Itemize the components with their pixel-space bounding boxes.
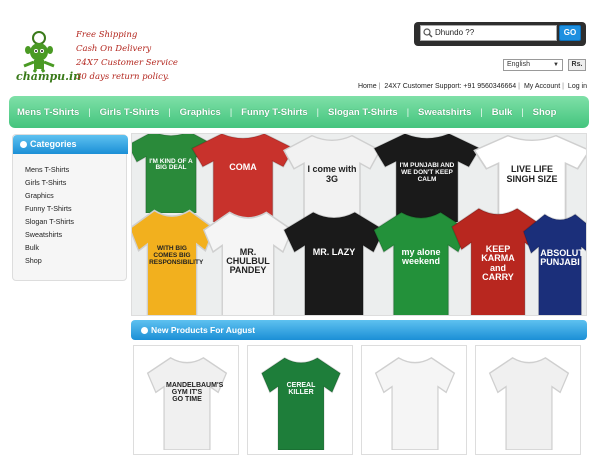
product-card[interactable]: CEREAL KILLER — [247, 345, 353, 455]
promo-list: Free Shipping Cash On Delivery 24X7 Cust… — [76, 28, 178, 84]
banner-tshirt-text: KEEP KARMA and CARRY — [481, 244, 515, 283]
nav-item-graphics[interactable]: Graphics — [180, 107, 221, 118]
product-tshirt: MANDELBAUM'S GYM IT'S GO TIME — [146, 354, 228, 450]
my-account-link[interactable]: My Account — [524, 83, 560, 90]
product-card[interactable] — [475, 345, 581, 455]
banner-tshirt: MR. CHULBUL PANDEY — [202, 208, 294, 315]
product-tshirt — [488, 354, 570, 450]
top-links: Home | 24X7 Customer Support: +91 9560346… — [357, 83, 587, 90]
nav-item-funny-tshirts[interactable]: Funny T-Shirts — [241, 107, 308, 118]
search-bar: Dhundo ?? GO — [414, 22, 586, 46]
search-go-button[interactable]: GO — [559, 25, 581, 41]
banner-tshirt-text: I come with 3G — [307, 164, 357, 184]
promo-line: 30 days return policy. — [76, 72, 170, 82]
banner-tshirt-text: ABSOLUT PUNJABI — [540, 247, 584, 268]
product-card[interactable]: MANDELBAUM'S GYM IT'S GO TIME — [133, 345, 239, 455]
new-products-header: New Products For August — [131, 320, 587, 340]
nav-item-bulk[interactable]: Bulk — [492, 107, 513, 118]
nav-item-sweatshirts[interactable]: Sweatshirts — [418, 107, 471, 118]
chevron-down-icon: ▼ — [553, 62, 559, 68]
banner-tshirt: MR. LAZY — [282, 208, 386, 315]
main-nav: Mens T-Shirts | Girls T-Shirts | Graphics |… — [9, 96, 589, 128]
sidebar-item-sweatshirts[interactable]: Sweatshirts — [25, 228, 74, 241]
currency-button[interactable]: Rs. — [568, 59, 586, 71]
banner-tshirt-text: MR. LAZY — [312, 246, 356, 257]
banner-tshirt-text: COMA — [229, 162, 257, 173]
banner-tshirt-text: I'M PUNJABI AND WE DON'T KEEP CALM — [399, 162, 455, 183]
categories-sidebar: Categories Mens T-Shirts Girls T-Shirts … — [12, 134, 128, 281]
sidebar-item-slogan-tshirts[interactable]: Slogan T-Shirts — [25, 215, 74, 228]
banner-tshirt-text: WITH BIG COMES BIG RESPONSIBILITY — [149, 245, 204, 266]
login-link[interactable]: Log in — [568, 83, 587, 90]
product-card[interactable] — [361, 345, 467, 455]
banner-tshirt-text: MR. CHULBUL PANDEY — [226, 246, 270, 276]
home-link[interactable]: Home — [358, 83, 377, 90]
promo-line: Cash On Delivery — [76, 44, 152, 54]
sidebar-item-bulk[interactable]: Bulk — [25, 241, 74, 254]
hero-banner[interactable]: I'M KIND OF A BIG DEAL COMA I come with … — [131, 133, 587, 316]
banner-tshirt-text: I'M KIND OF A BIG DEAL — [149, 157, 193, 172]
nav-item-girls-tshirts[interactable]: Girls T-Shirts — [100, 107, 160, 118]
sidebar-item-girls-tshirts[interactable]: Girls T-Shirts — [25, 176, 74, 189]
product-tshirt-text: MANDELBAUM'S GYM IT'S GO TIME — [166, 382, 224, 403]
sidebar-item-mens-tshirts[interactable]: Mens T-Shirts — [25, 163, 74, 176]
banner-tshirt-text: my alone weekend — [401, 246, 441, 267]
promo-line: 24X7 Customer Service — [76, 58, 178, 68]
logo-text[interactable]: champu.in — [16, 70, 81, 83]
nav-item-slogan-tshirts[interactable]: Slogan T-Shirts — [328, 107, 398, 118]
promo-line: Free Shipping — [76, 30, 138, 40]
categories-list: Mens T-Shirts Girls T-Shirts Graphics Fu… — [25, 163, 74, 267]
language-value: English — [507, 61, 530, 68]
banner-tshirt-text: LIVE LIFE SINGH SIZE — [506, 164, 558, 184]
product-tshirt: CEREAL KILLER — [260, 354, 342, 450]
search-input[interactable]: Dhundo ?? — [420, 25, 557, 41]
sidebar-item-graphics[interactable]: Graphics — [25, 189, 74, 202]
nav-item-mens-tshirts[interactable]: Mens T-Shirts — [17, 107, 79, 118]
nav-item-shop[interactable]: Shop — [533, 107, 557, 118]
support-text: 24X7 Customer Support: +91 9560346664 — [384, 83, 517, 90]
banner-tshirt: ABSOLUT PUNJABI — [522, 210, 586, 315]
language-select[interactable]: English ▼ — [503, 59, 563, 71]
sidebar-item-shop[interactable]: Shop — [25, 254, 74, 267]
product-tshirt — [374, 354, 456, 450]
sidebar-item-funny-tshirts[interactable]: Funny T-Shirts — [25, 202, 74, 215]
categories-header: Categories — [13, 135, 128, 154]
search-icon — [423, 28, 433, 38]
product-tshirt-text: CEREAL KILLER — [286, 382, 316, 396]
